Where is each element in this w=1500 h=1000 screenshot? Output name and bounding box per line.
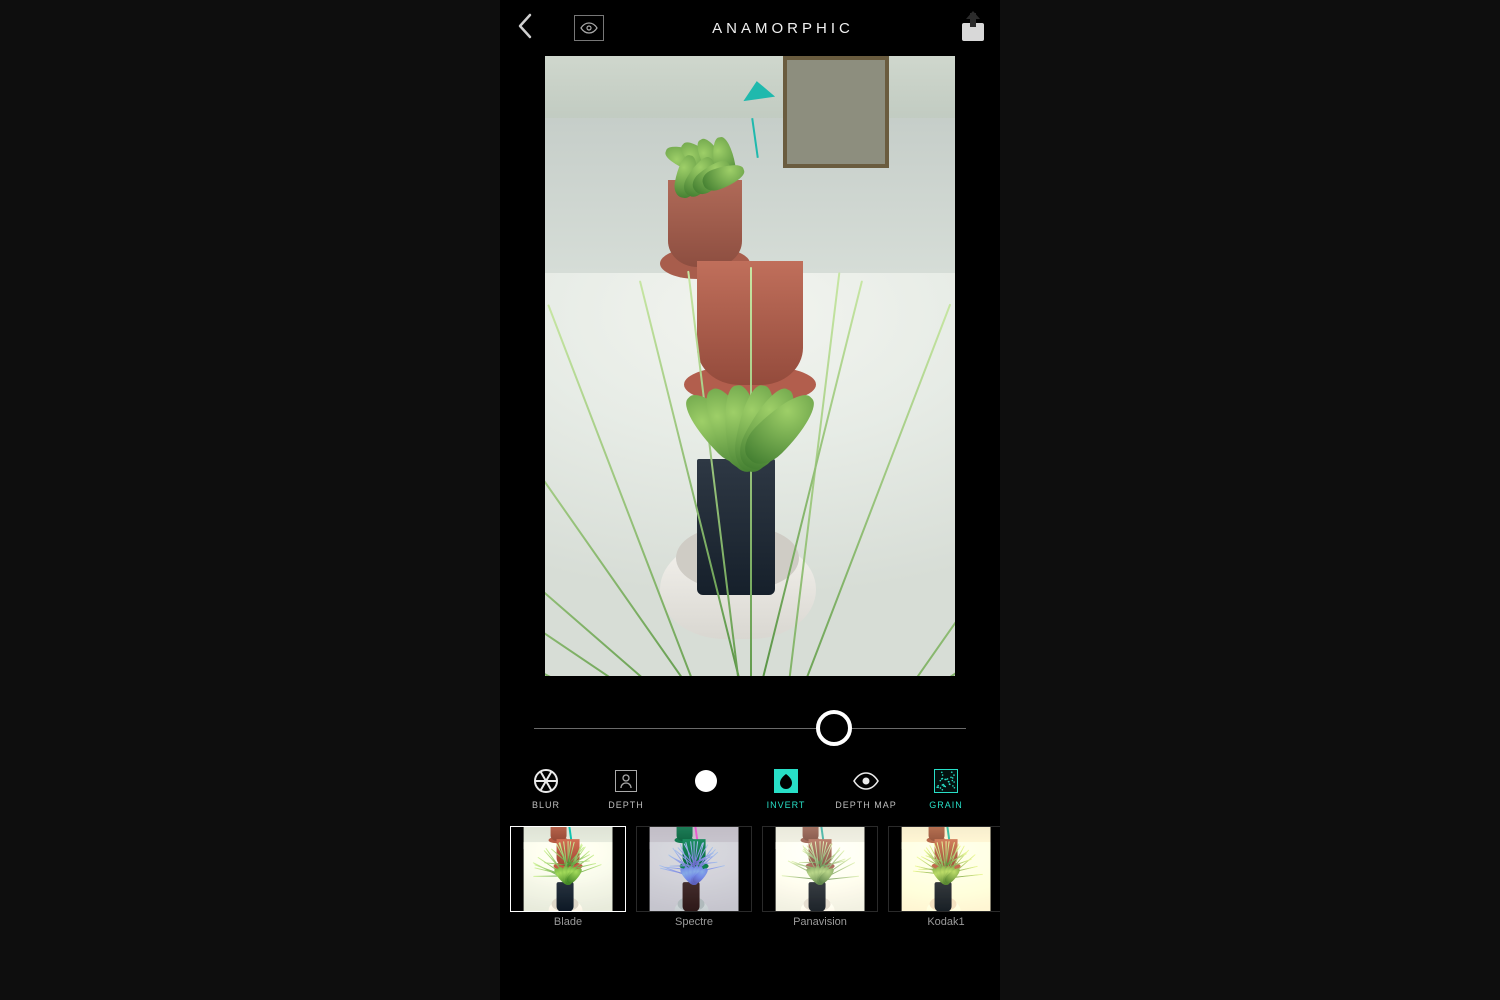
eye-icon (853, 768, 879, 794)
adjust-slider[interactable] (500, 694, 1000, 764)
preset-kodak1[interactable]: Kodak1 (888, 826, 1000, 928)
tool-invert[interactable]: INVERT (746, 768, 826, 810)
slider-track (534, 728, 966, 729)
grain-icon (933, 768, 959, 794)
tools-row: BLUR DEPTH INVERT DEPTH MAP GRAIN EXPOS (500, 764, 1000, 820)
portrait-icon (613, 768, 639, 794)
preset-panavision[interactable]: Panavision (762, 826, 878, 928)
slider-knob[interactable] (816, 710, 852, 746)
tool-label: GRAIN (929, 800, 963, 810)
app-title: ANAMORPHIC (712, 20, 854, 37)
share-button[interactable] (962, 15, 984, 41)
preset-label: Kodak1 (927, 916, 964, 928)
preset-blade[interactable]: Blade (510, 826, 626, 928)
preset-thumb (510, 826, 626, 912)
tool-label: INVERT (767, 800, 806, 810)
preset-thumb (888, 826, 1000, 912)
presets-row: Blade Spectre Panavision Kodak1 (500, 820, 1000, 928)
header-bar: ANAMORPHIC (500, 6, 1000, 50)
tool-label: DEPTH MAP (835, 800, 897, 810)
preset-spectre[interactable]: Spectre (636, 826, 752, 928)
preset-label: Panavision (793, 916, 847, 928)
tool-grain[interactable]: GRAIN (906, 768, 986, 810)
tool-depth[interactable]: DEPTH (586, 768, 666, 810)
photo-content (545, 56, 955, 676)
preset-thumb (762, 826, 878, 912)
phone-frame: ANAMORPHIC BLUR DEPTH INVERT DEPTH MAP GRAIN… (500, 0, 1000, 1000)
eye-icon (580, 22, 598, 34)
dot-icon (693, 768, 719, 794)
photo-canvas[interactable] (545, 56, 955, 676)
tool-blur[interactable]: BLUR (506, 768, 586, 810)
preview-toggle-button[interactable] (574, 15, 604, 41)
preset-thumb (636, 826, 752, 912)
tool-depth-map[interactable]: DEPTH MAP (826, 768, 906, 810)
preset-label: Spectre (675, 916, 713, 928)
photo-canvas-wrap (500, 56, 1000, 676)
back-chevron-icon[interactable] (516, 12, 534, 45)
invert-icon (773, 768, 799, 794)
tool-exposure[interactable]: EXPOS (986, 768, 1000, 810)
tool-focus[interactable] (666, 768, 746, 810)
tool-label: BLUR (532, 800, 560, 810)
preset-label: Blade (554, 916, 582, 928)
aperture-icon (533, 768, 559, 794)
tool-label: DEPTH (608, 800, 644, 810)
